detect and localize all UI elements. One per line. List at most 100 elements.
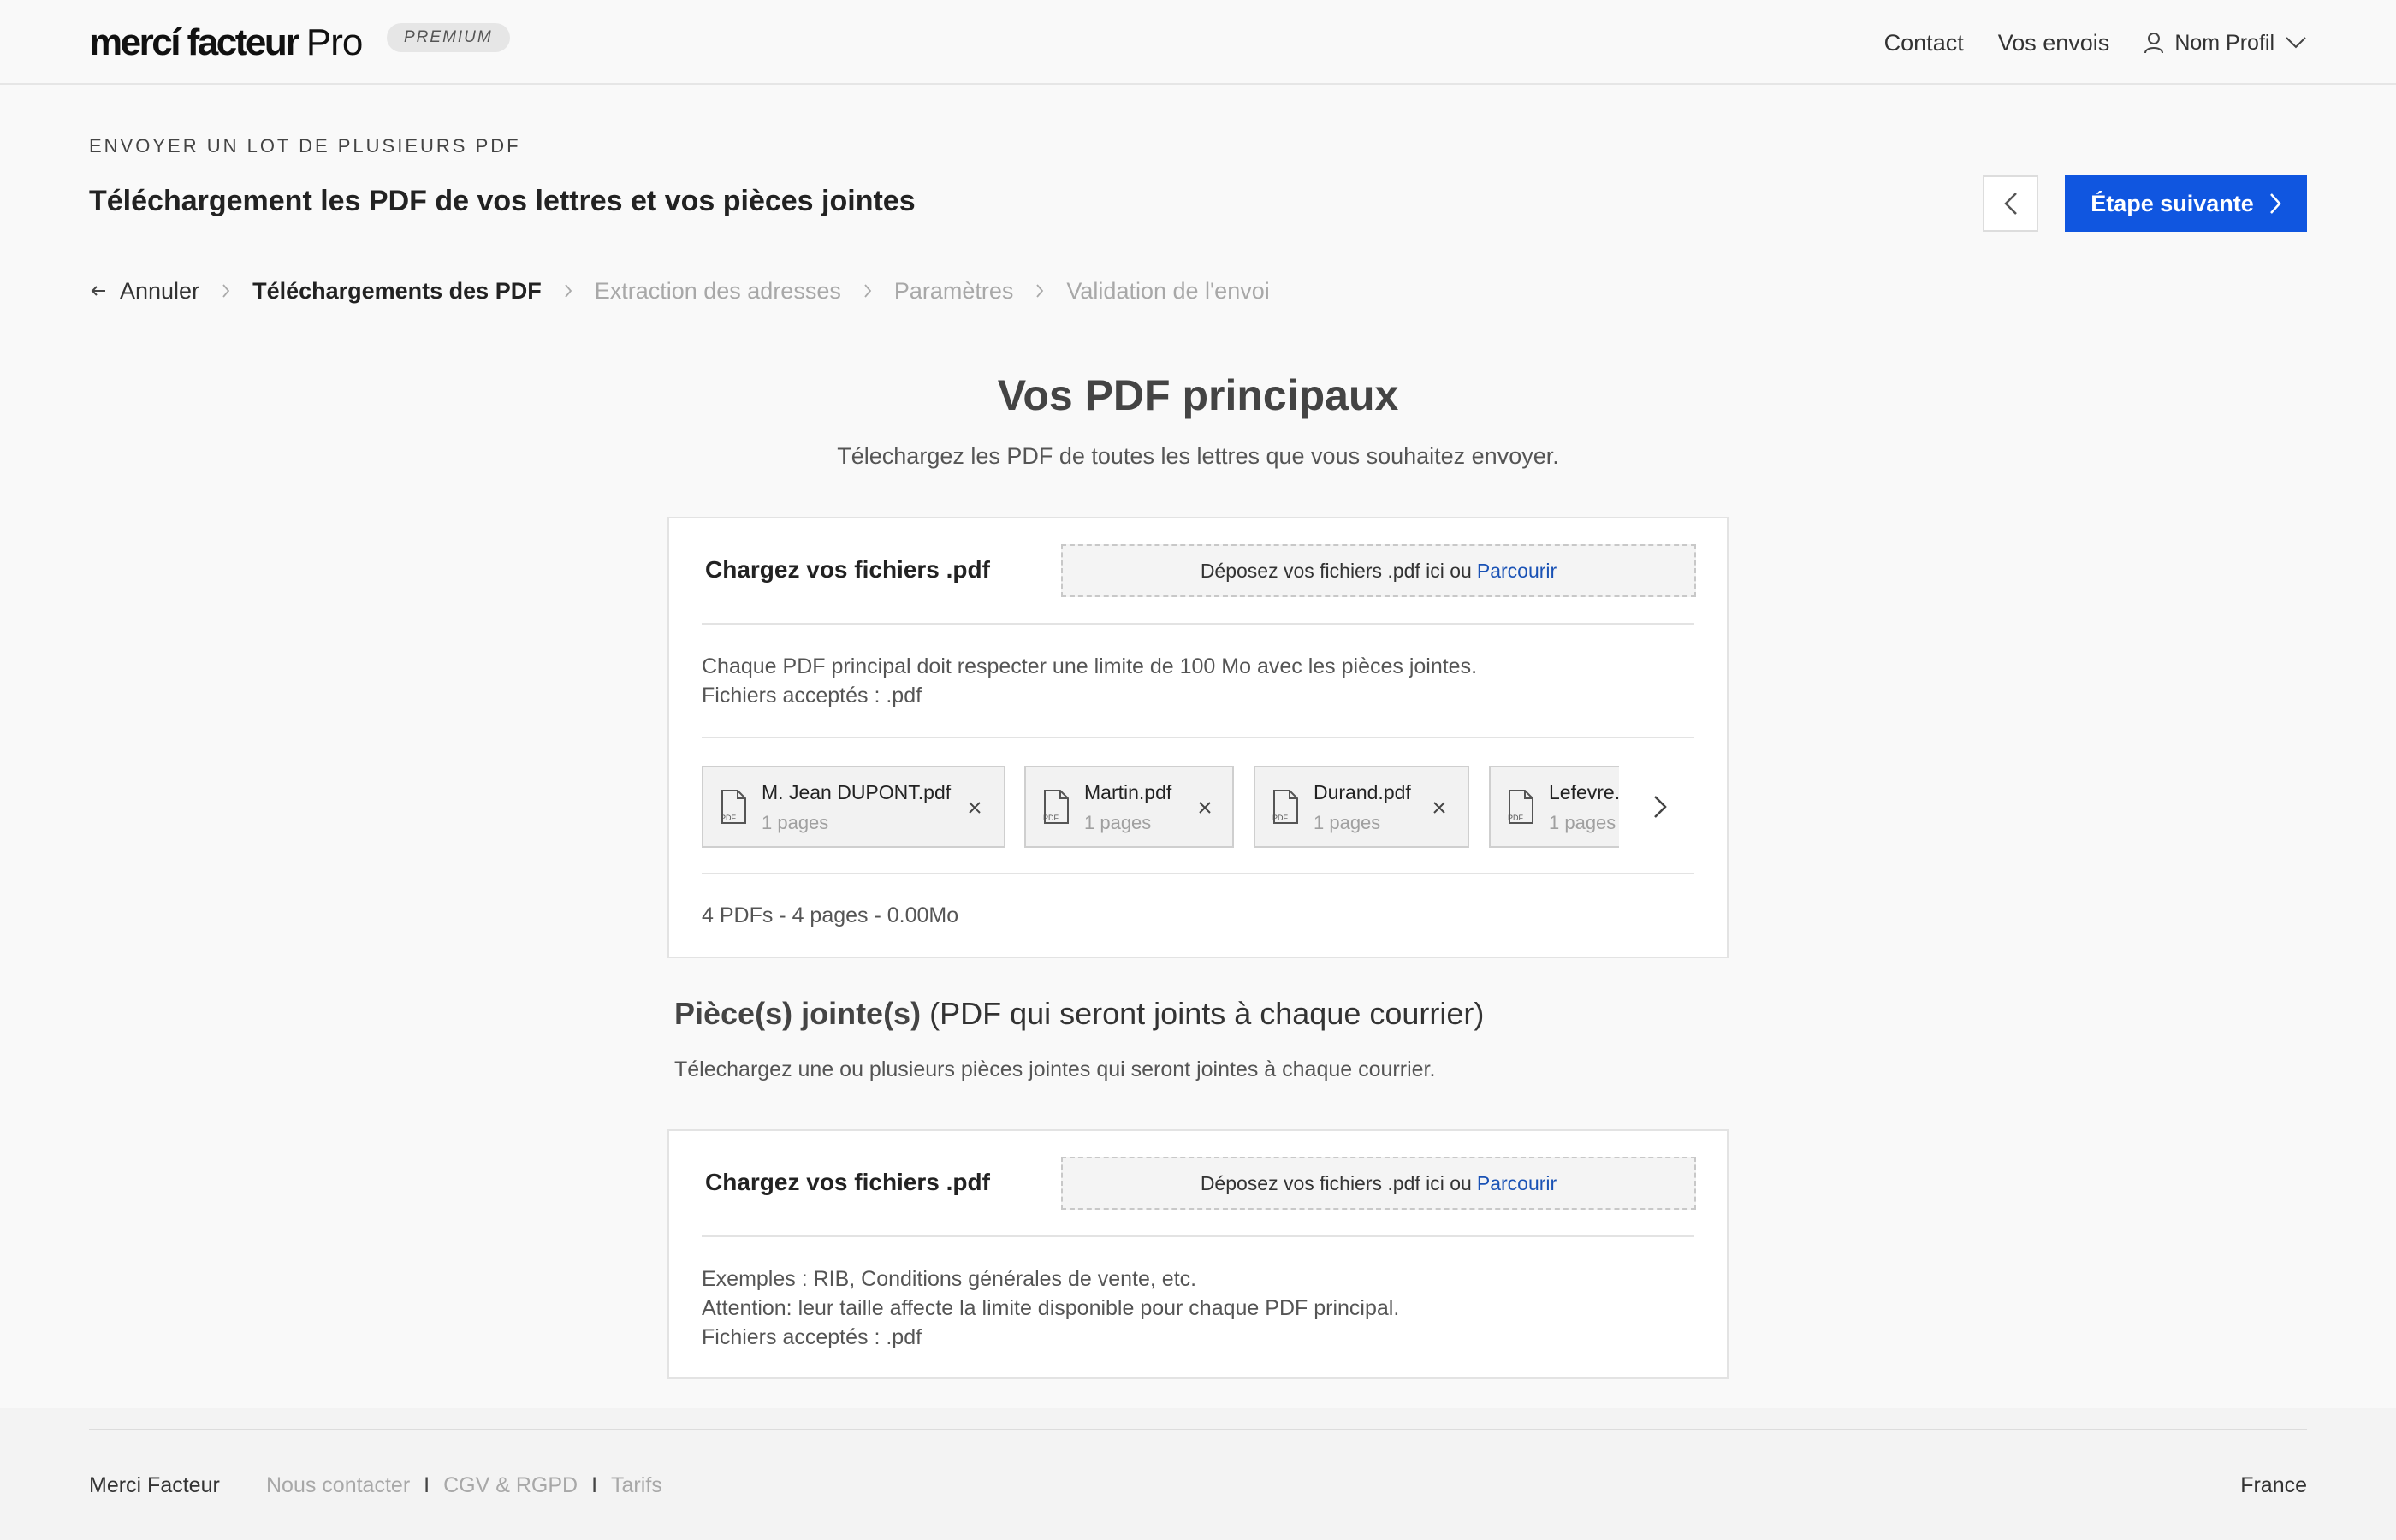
- user-icon: [2144, 33, 2164, 54]
- file-name: Martin.pdf: [1084, 781, 1172, 803]
- file-chip[interactable]: PDF Durand.pdf 1 pages: [1254, 766, 1469, 848]
- remove-file-button[interactable]: [962, 795, 987, 820]
- logo-text: mercí facteur: [89, 21, 300, 63]
- cancel-label: Annuler: [120, 277, 200, 304]
- chevron-right-icon: [864, 284, 872, 298]
- footer-links: Nous contacter I CGV & RGPD I Tarifs: [266, 1473, 662, 1498]
- nav-vos-envois[interactable]: Vos envois: [1998, 30, 2110, 56]
- footer-link-cgv[interactable]: CGV & RGPD: [443, 1473, 578, 1498]
- top-bar: mercí facteur Pro PREMIUM Contact Vos env…: [0, 0, 2396, 85]
- footer-link-tarifs[interactable]: Tarifs: [611, 1473, 662, 1498]
- premium-badge: PREMIUM: [387, 23, 510, 52]
- attachments-card: Chargez vos fichiers .pdf Déposez vos fi…: [667, 1129, 1729, 1379]
- attachments-title-bold: Pièce(s) jointe(s): [674, 996, 922, 1031]
- profile-menu[interactable]: Nom Profil: [2144, 31, 2307, 56]
- info-line: Fichiers acceptés : .pdf: [702, 1325, 922, 1349]
- next-step-button[interactable]: Étape suivante: [2065, 175, 2307, 232]
- attachments-subtitle: Télechargez une ou plusieurs pièces join…: [674, 1057, 1436, 1081]
- upload-label: Chargez vos fichiers .pdf: [705, 1169, 990, 1195]
- close-icon: [969, 802, 981, 814]
- files-summary: 4 PDFs - 4 pages - 0.00Mo: [702, 903, 959, 927]
- main-pdfs-title: Vos PDF principaux: [997, 371, 1399, 419]
- logo[interactable]: mercí facteur Pro: [89, 19, 363, 67]
- cancel-link[interactable]: Annuler: [91, 278, 199, 305]
- info-line: Attention: leur taille affecte la limite…: [702, 1296, 1400, 1320]
- breadcrumb-separator: [222, 283, 230, 299]
- svg-text:PDF: PDF: [1508, 814, 1524, 822]
- breadcrumb-step-validation: Validation de l'envoi: [1066, 277, 1270, 304]
- breadcrumb-step-extraction: Extraction des adresses: [594, 277, 841, 304]
- attachments-title: Pièce(s) jointe(s) (PDF qui seront joint…: [674, 996, 1484, 1032]
- pdf-file-icon: PDF: [721, 790, 746, 824]
- pdf-file-icon: PDF: [1272, 790, 1298, 824]
- breadcrumb-separator: [863, 283, 872, 299]
- file-list-next-button[interactable]: [1643, 790, 1677, 824]
- previous-step-button[interactable]: [1983, 175, 2038, 232]
- file-chip[interactable]: PDF Martin.pdf 1 pages: [1024, 766, 1234, 848]
- chevron-right-icon: [2269, 193, 2281, 214]
- page-title: Téléchargement les PDF de vos lettres et…: [89, 185, 916, 217]
- main-pdfs-subtitle: Télechargez les PDF de toutes les lettre…: [837, 443, 1559, 469]
- breadcrumb-separator: [1035, 283, 1044, 299]
- dropzone-text: Déposez vos fichiers .pdf ici ou: [1200, 1171, 1472, 1194]
- chevron-down-icon: [2286, 37, 2306, 49]
- breadcrumb-step-parametres: Paramètres: [893, 277, 1014, 304]
- pdf-file-icon: PDF: [1043, 790, 1069, 824]
- attachments-dropzone[interactable]: Déposez vos fichiers .pdf ici ou Parcour…: [1061, 1157, 1696, 1210]
- next-step-label: Étape suivante: [2091, 190, 2254, 216]
- svg-text:PDF: PDF: [1272, 814, 1289, 822]
- profile-name: Nom Profil: [2174, 30, 2274, 55]
- breadcrumb: Annuler Téléchargements des PDF Extracti…: [91, 274, 1270, 308]
- file-chip[interactable]: PDF M. Jean DUPONT.pdf 1 pages: [702, 766, 1005, 848]
- file-name: M. Jean DUPONT.pdf: [762, 781, 952, 803]
- divider: [702, 623, 1694, 625]
- page-eyebrow: ENVOYER UN LOT DE PLUSIEURS PDF: [89, 135, 521, 157]
- divider: [702, 873, 1694, 874]
- file-pages: 1 pages: [1314, 812, 1381, 833]
- logo-suffix: Pro: [305, 21, 363, 63]
- info-line: Chaque PDF principal doit respecter une …: [702, 654, 1478, 678]
- divider: [702, 737, 1694, 738]
- main-pdfs-card: Chargez vos fichiers .pdf Déposez vos fi…: [667, 517, 1729, 958]
- chevron-right-icon: [1654, 796, 1667, 818]
- footer-country[interactable]: France: [2240, 1473, 2307, 1498]
- svg-text:PDF: PDF: [721, 814, 737, 822]
- chevron-right-icon: [565, 284, 572, 298]
- dropzone-text: Déposez vos fichiers .pdf ici ou: [1200, 559, 1472, 582]
- divider: [702, 1235, 1694, 1237]
- file-chip[interactable]: PDF Lefevre.pdf 1 pages: [1489, 766, 1619, 848]
- chevron-right-icon: [1036, 284, 1044, 298]
- file-pages: 1 pages: [762, 812, 829, 833]
- attachments-title-rest: (PDF qui seront joints à chaque courrier…: [929, 996, 1485, 1031]
- file-pages: 1 pages: [1084, 812, 1152, 833]
- file-name: Lefevre.pdf: [1549, 781, 1619, 803]
- arrow-left-icon: [91, 286, 105, 296]
- footer-link-contact[interactable]: Nous contacter: [266, 1473, 410, 1498]
- pdf-file-icon: PDF: [1508, 790, 1533, 824]
- remove-file-button[interactable]: [1426, 795, 1452, 820]
- svg-text:PDF: PDF: [1043, 814, 1059, 822]
- footer: Merci Facteur Nous contacter I CGV & RGP…: [0, 1408, 2396, 1540]
- browse-link[interactable]: Parcourir: [1477, 1172, 1557, 1195]
- main-pdfs-dropzone[interactable]: Déposez vos fichiers .pdf ici ou Parcour…: [1061, 544, 1696, 597]
- top-nav: Contact Vos envois Nom Profil: [1850, 24, 2307, 62]
- chevron-right-icon: [222, 284, 230, 298]
- chevron-left-icon: [2003, 192, 2017, 215]
- footer-separator: I: [591, 1473, 598, 1497]
- close-icon: [1199, 802, 1211, 814]
- attachments-info: Exemples : RIB, Conditions générales de …: [702, 1265, 1399, 1352]
- nav-contact[interactable]: Contact: [1884, 30, 1964, 56]
- footer-divider: [89, 1429, 2307, 1430]
- info-line: Fichiers acceptés : .pdf: [702, 684, 922, 708]
- footer-brand: Merci Facteur: [89, 1473, 220, 1497]
- info-line: Exemples : RIB, Conditions générales de …: [702, 1267, 1197, 1291]
- file-name: Durand.pdf: [1314, 781, 1411, 803]
- remove-file-button[interactable]: [1192, 795, 1218, 820]
- breadcrumb-separator: [564, 283, 572, 299]
- browse-link[interactable]: Parcourir: [1477, 560, 1557, 583]
- breadcrumb-step-upload: Téléchargements des PDF: [252, 277, 542, 304]
- upload-label: Chargez vos fichiers .pdf: [705, 556, 990, 583]
- main-pdfs-info: Chaque PDF principal doit respecter une …: [702, 652, 1477, 710]
- close-icon: [1433, 802, 1445, 814]
- file-list: PDF M. Jean DUPONT.pdf 1 pages PDF Marti…: [702, 766, 1687, 848]
